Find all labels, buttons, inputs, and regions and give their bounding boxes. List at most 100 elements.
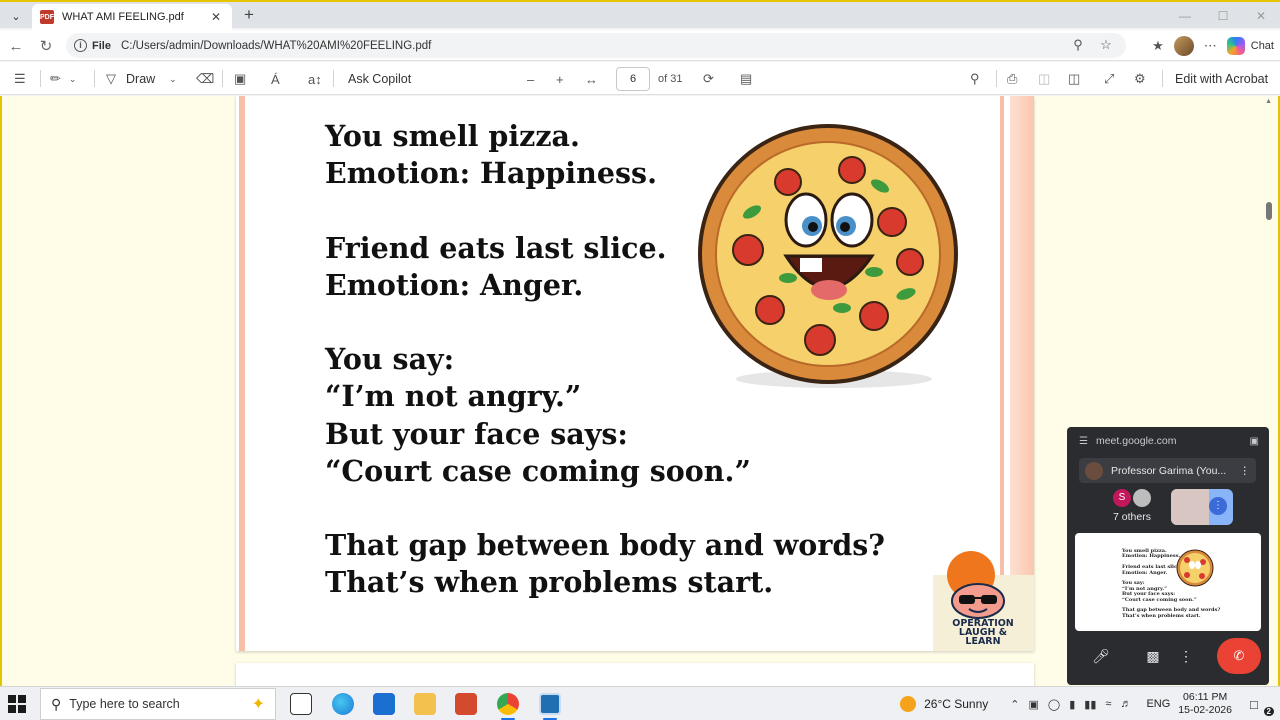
microphone-icon[interactable]: 🎤︎ <box>1083 638 1119 674</box>
info-icon[interactable]: i <box>74 39 87 52</box>
meet-pip-window[interactable]: ☰ meet.google.com ▣ Professor Garima (Yo… <box>1067 427 1269 685</box>
more-vert-icon[interactable]: ⋮ <box>1240 465 1251 477</box>
search-icon[interactable]: ⚲ <box>970 70 980 88</box>
scrollbar-thumb[interactable] <box>1266 202 1272 220</box>
notification-center-icon[interactable]: □ 2 <box>1250 697 1274 716</box>
security-icon[interactable]: ◯ <box>1048 698 1060 711</box>
chrome-icon[interactable] <box>497 693 519 715</box>
page-view-icon[interactable]: ▤ <box>740 70 752 88</box>
preview-pizza <box>1176 549 1214 587</box>
zoom-out-button[interactable]: – <box>527 70 534 88</box>
new-tab-button[interactable]: + <box>240 6 258 24</box>
draw-button[interactable]: ▽ Draw ⌄ <box>106 70 177 88</box>
url-box[interactable]: i File C:/Users/admin/Downloads/WHAT%20A… <box>66 33 1126 58</box>
search-highlight-icon: ✦ <box>251 696 265 713</box>
camera-icon[interactable]: ▩ <box>1135 638 1171 674</box>
wifi-icon[interactable]: ≈ <box>1105 698 1111 710</box>
meet-domain: meet.google.com <box>1095 435 1177 447</box>
page-number-input[interactable]: 6 <box>616 67 650 91</box>
text-box-icon[interactable]: ▣ <box>234 70 246 88</box>
edge-dev-icon[interactable] <box>539 693 561 715</box>
translate-icon[interactable]: a↕ <box>308 70 322 88</box>
speaker-tile[interactable]: ⋮ <box>1171 489 1233 525</box>
weather-text: 26°C Sunny <box>924 697 989 711</box>
fullscreen-icon[interactable]: ⤢ <box>1104 70 1114 88</box>
settings-gear-icon[interactable]: ⚙ <box>1134 70 1146 88</box>
taskbar-search[interactable]: ⚲ Type here to search ✦ <box>40 688 276 720</box>
zoom-in-button[interactable]: + <box>556 70 564 88</box>
task-view-icon[interactable] <box>290 693 312 715</box>
url-text[interactable]: C:/Users/admin/Downloads/WHAT%20AMI%20FE… <box>121 40 431 52</box>
file-explorer-icon[interactable] <box>414 693 436 715</box>
store-icon[interactable] <box>373 693 395 715</box>
fit-page-icon[interactable]: ↔ <box>585 70 598 88</box>
ask-copilot-button[interactable]: Ask Copilot <box>348 70 411 88</box>
mic-tray-icon[interactable]: ▮ <box>1069 698 1075 711</box>
participant-avatar-2 <box>1133 489 1151 507</box>
refresh-button[interactable]: ↻ <box>36 36 56 56</box>
screen-share-preview[interactable]: You smell pizza. Emotion: Happiness. Fri… <box>1075 533 1261 631</box>
clock-time: 06:11 PM <box>1183 691 1228 703</box>
close-window-button[interactable]: ✕ <box>1242 2 1280 30</box>
copilot-chat-button[interactable]: Chat <box>1226 36 1274 55</box>
brand-text: OPERATION LAUGH & LEARN <box>952 618 1014 647</box>
presenter-avatar <box>1085 461 1103 480</box>
contents-list-icon[interactable]: ☰ <box>14 70 26 88</box>
read-aloud-icon[interactable]: Á <box>271 70 280 88</box>
text-line: That’s when problems start. <box>325 565 774 600</box>
return-to-tab-icon[interactable]: ▣ <box>1250 436 1259 447</box>
battery-icon[interactable]: ▮▮ <box>1084 698 1096 711</box>
brand-logo: OPERATION LAUGH & LEARN <box>933 548 1034 651</box>
meet-settings-icon[interactable]: ☰ <box>1079 436 1088 447</box>
text-line: That gap between body and words? <box>325 528 886 563</box>
tab-active[interactable]: PDF WHAT AMI FEELING.pdf ✕ <box>32 4 232 30</box>
minimize-button[interactable]: — <box>1166 2 1204 30</box>
weather-widget[interactable]: 26°C Sunny <box>900 696 988 712</box>
powerpoint-icon[interactable] <box>455 693 477 715</box>
tray-chevron-icon[interactable]: ⌃ <box>1010 698 1019 711</box>
edge-browser-icon[interactable] <box>332 693 354 715</box>
pdf-toolbar: ☰ ✏︎ ⌄ ▽ Draw ⌄ ⌫ ▣ Á a↕ Ask Copilot – + … <box>0 62 1280 95</box>
search-placeholder: Type here to search <box>69 697 180 711</box>
tab-actions-chevron-icon[interactable]: ⌄ <box>6 6 26 26</box>
back-button[interactable]: ← <box>6 36 26 56</box>
rotate-icon[interactable]: ⟳ <box>703 70 714 88</box>
favorites-icon[interactable]: ★ <box>1152 38 1164 54</box>
zoom-icon[interactable]: ⚲ <box>1070 37 1086 53</box>
page-border-left <box>239 96 245 651</box>
draw-label: Draw <box>126 72 156 86</box>
language-indicator[interactable]: ENG <box>1146 698 1170 710</box>
preview-line: That’s when problems start. <box>1122 612 1201 619</box>
window-controls: — ☐ ✕ <box>1166 2 1280 30</box>
end-call-button[interactable]: ✆ <box>1217 638 1261 674</box>
meet-header: ☰ meet.google.com ▣ <box>1079 435 1259 447</box>
eraser-icon[interactable]: ⌫ <box>196 70 214 88</box>
windows-start-icon[interactable] <box>8 695 26 713</box>
save-icon[interactable]: ◫ <box>1038 70 1050 88</box>
ask-copilot-label: Ask Copilot <box>348 72 412 86</box>
tab-strip: ⌄ PDF WHAT AMI FEELING.pdf ✕ + — ☐ ✕ <box>0 0 1280 30</box>
others-group[interactable]: S 7 others <box>1107 489 1157 523</box>
edit-with-acrobat-button[interactable]: Edit with Acrobat <box>1175 70 1268 88</box>
profile-avatar[interactable] <box>1173 35 1194 56</box>
search-icon: ⚲ <box>51 695 62 712</box>
presenter-selector[interactable]: Professor Garima (You... ⋮ <box>1079 458 1256 483</box>
clock[interactable]: 06:11 PM 15-02-2026 <box>1178 691 1232 717</box>
browser-actions: ★ ⋯ Chat <box>1152 33 1280 58</box>
presenter-name: Professor Garima (You... <box>1111 464 1227 477</box>
meet-tray-icon[interactable]: ▣ <box>1029 698 1039 711</box>
print-icon[interactable]: ⎙ <box>1007 70 1017 88</box>
chat-label: Chat <box>1250 39 1274 52</box>
more-options-icon[interactable]: ⋯ <box>1204 38 1217 54</box>
scroll-up-arrow-icon[interactable]: ▲ <box>1265 98 1272 105</box>
edit-with-acrobat-label: Edit with Acrobat <box>1175 72 1269 86</box>
save-as-icon[interactable]: ◫ <box>1068 70 1080 88</box>
more-options-icon[interactable]: ⋮ <box>1175 638 1197 674</box>
maximize-button[interactable]: ☐ <box>1204 2 1242 30</box>
favorite-star-icon[interactable]: ☆ <box>1098 37 1114 53</box>
sun-icon <box>900 696 917 712</box>
volume-icon[interactable]: ♬ <box>1120 698 1131 710</box>
pdf-page: You smell pizza. Emotion: Happiness. Fri… <box>236 96 1034 651</box>
tab-close-icon[interactable]: ✕ <box>208 10 224 24</box>
highlight-icon[interactable]: ✏︎ ⌄ <box>50 70 76 88</box>
